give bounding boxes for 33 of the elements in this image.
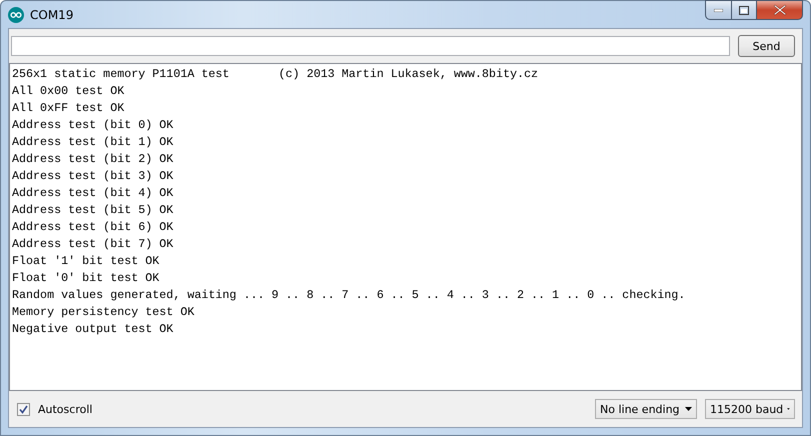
output-line: Address test (bit 1) OK xyxy=(12,134,174,151)
output-line: 256x1 static memory P1101A test (c) 2013 Martin Lukasek, www.8bity.cz xyxy=(12,66,540,83)
caret-icon xyxy=(787,407,790,411)
close-icon xyxy=(774,5,786,15)
app-logo-icon xyxy=(8,6,24,22)
caret-icon xyxy=(685,407,692,411)
minimize-button[interactable] xyxy=(705,0,732,20)
autoscroll-label: Autoscroll xyxy=(38,402,92,416)
output-line: Address test (bit 0) OK xyxy=(12,117,174,134)
autoscroll-checkbox[interactable] xyxy=(17,402,30,416)
maximize-icon xyxy=(739,6,749,14)
checkmark-icon xyxy=(19,404,28,414)
close-button[interactable] xyxy=(756,0,803,20)
output-line: Float '0' bit test OK xyxy=(12,270,160,287)
maximize-button[interactable] xyxy=(731,0,757,20)
send-button[interactable]: Send xyxy=(738,35,795,57)
line-ending-dropdown[interactable]: No line ending xyxy=(595,399,697,419)
window-title: COM19 xyxy=(30,8,74,22)
output-line: Negative output test OK xyxy=(12,321,174,338)
output-line: Float '1' bit test OK xyxy=(12,253,160,270)
output-line: Address test (bit 4) OK xyxy=(12,185,174,202)
send-input-field[interactable] xyxy=(11,36,730,56)
output-line: Address test (bit 3) OK xyxy=(12,168,174,185)
output-line: Address test (bit 6) OK xyxy=(12,219,174,236)
output-line: Address test (bit 2) OK xyxy=(12,151,174,168)
minimize-icon xyxy=(714,8,723,12)
output-line: Memory persistency test OK xyxy=(12,304,196,321)
output-line: Address test (bit 5) OK xyxy=(12,202,174,219)
output-line: Random values generated, waiting ... 9 .. 8 .. 7 .. 6 .. 5 .. 4 .. 3 .. 2 .. 1 .. 0 .. checking. xyxy=(12,287,686,304)
output-line: Address test (bit 7) OK xyxy=(12,236,174,253)
output-line: All 0x00 test OK xyxy=(12,83,126,100)
baud-rate-dropdown[interactable]: 115200 baud xyxy=(705,399,795,419)
output-line: All 0xFF test OK xyxy=(12,100,126,117)
